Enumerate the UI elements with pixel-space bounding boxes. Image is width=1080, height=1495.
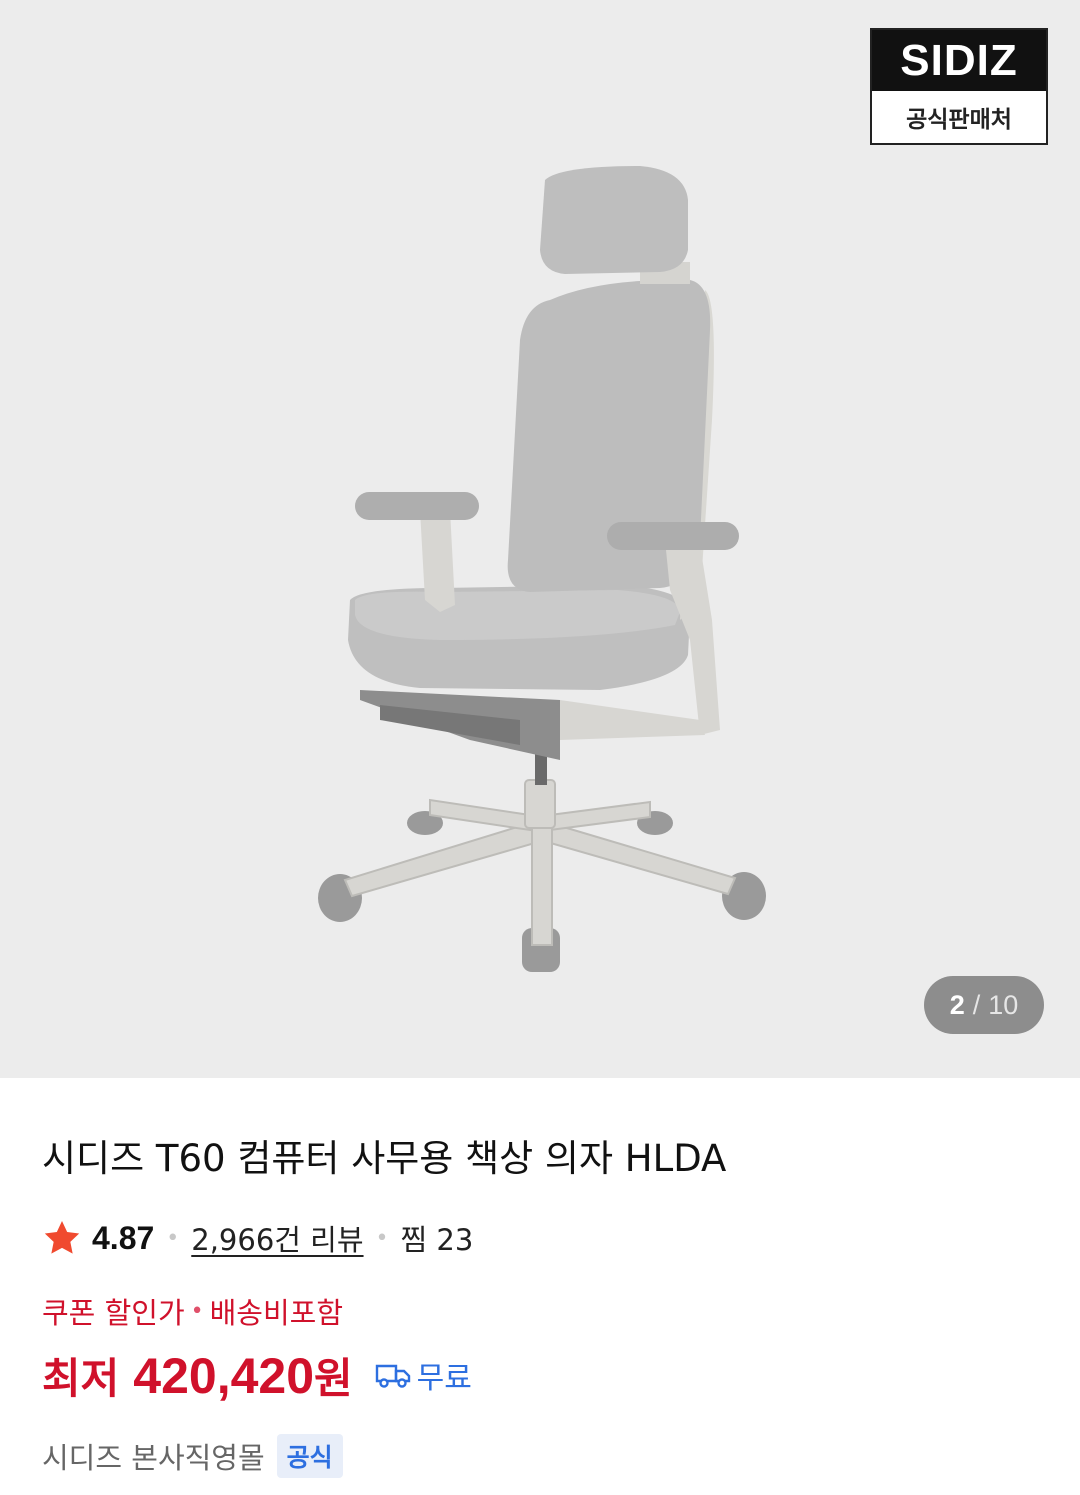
- seller-row[interactable]: 시디즈 본사직영몰 공식: [42, 1434, 343, 1478]
- coupon-price-label: 쿠폰 할인가 • 배송비포함: [42, 1290, 343, 1332]
- star-icon: [44, 1221, 80, 1254]
- price-prefix: 최저: [42, 1354, 120, 1403]
- brand-name: SIDIZ: [872, 30, 1046, 91]
- separator-dot: •: [190, 1298, 204, 1324]
- separator-dot: •: [375, 1225, 389, 1251]
- wishlist-count[interactable]: 찜 23: [401, 1217, 474, 1259]
- brand-subtitle: 공식판매처: [906, 107, 1012, 133]
- image-counter: 2 / 10: [924, 976, 1044, 1034]
- shipping-label: 무료: [416, 1361, 472, 1396]
- reviews-link[interactable]: 2,966건 리뷰: [191, 1217, 363, 1259]
- shipping-included-label: 배송비포함: [209, 1296, 344, 1330]
- free-shipping: 무료: [375, 1353, 472, 1397]
- official-seller-badge: SIDIZ 공식판매처: [870, 28, 1048, 145]
- price-amount: 420,420: [133, 1348, 315, 1404]
- delivery-truck-icon: [375, 1364, 410, 1388]
- price-row: 최저 420,420 원 무료: [42, 1345, 472, 1406]
- price-unit: 원: [314, 1354, 353, 1403]
- separator-dot: •: [166, 1225, 180, 1251]
- image-counter-total: 10: [988, 989, 1019, 1020]
- product-image[interactable]: [0, 0, 1080, 1078]
- product-image-gallery[interactable]: SIDIZ 공식판매처 2 / 10: [0, 0, 1080, 1078]
- official-badge: 공식: [276, 1434, 343, 1478]
- image-counter-current: 2: [949, 989, 965, 1020]
- rating-value: 4.87: [92, 1219, 155, 1256]
- coupon-label: 쿠폰 할인가: [42, 1296, 185, 1330]
- product-title: 시디즈 T60 컴퓨터 사무용 책상 의자 HLDA: [42, 1137, 727, 1180]
- rating-row: 4.87 • 2,966건 리뷰 • 찜 23: [42, 1216, 473, 1260]
- seller-name[interactable]: 시디즈 본사직영몰: [42, 1435, 265, 1477]
- image-counter-separator: /: [972, 989, 981, 1020]
